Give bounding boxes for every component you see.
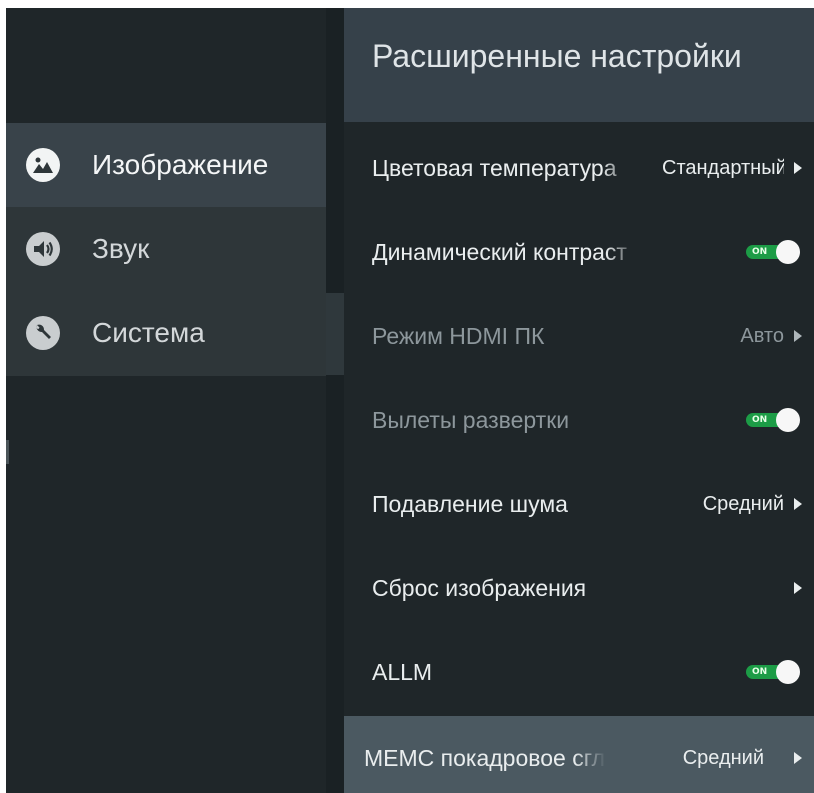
- setting-noise-reduction[interactable]: Подавление шума Средний: [344, 462, 814, 546]
- sidebar-item-label: Звук: [92, 233, 150, 264]
- setting-hdmi-pc-mode: Режим HDMI ПК Авто: [344, 294, 814, 378]
- sidebar-item-picture[interactable]: Изображение: [6, 123, 336, 207]
- setting-overscan: Вылеты развертки ON: [344, 378, 814, 462]
- setting-value: [724, 546, 784, 630]
- chevron-right-icon: [794, 752, 802, 764]
- setting-dynamic-contrast[interactable]: Динамический контраст ON: [344, 210, 814, 294]
- setting-label: Режим HDMI ПК: [372, 323, 545, 349]
- toggle-knob: [776, 240, 800, 264]
- setting-value: Стандартный: [662, 157, 784, 179]
- screen: Изображение Звук Система Расширенные нас…: [0, 0, 814, 793]
- toggle-state-label: ON: [752, 247, 768, 257]
- sidebar-empty-area: [6, 376, 336, 793]
- toggle-knob: [776, 408, 800, 432]
- page-title: Расширенные настройки: [372, 38, 742, 74]
- chevron-right-icon: [794, 498, 802, 510]
- setting-memc[interactable]: MEMC покадровое сглаживание Средний: [344, 716, 814, 793]
- scrollbar-thumb[interactable]: [326, 293, 344, 375]
- toggle-knob: [776, 660, 800, 684]
- toggle-state-label: ON: [752, 415, 768, 425]
- setting-value: Средний: [702, 493, 784, 515]
- toggle-switch: ON: [746, 408, 800, 432]
- chevron-right-icon: [794, 582, 802, 594]
- text-fade: [606, 210, 646, 294]
- toggle-state-label: ON: [752, 667, 768, 677]
- setting-label: Сброс изображения: [372, 575, 587, 601]
- setting-picture-reset[interactable]: Сброс изображения: [344, 546, 814, 630]
- wrench-icon: [26, 316, 60, 350]
- setting-label: Вылеты развертки: [372, 407, 570, 433]
- edge-indicator: [6, 440, 9, 464]
- panel-header: Расширенные настройки: [344, 8, 814, 122]
- toggle-switch[interactable]: ON: [746, 660, 800, 684]
- panel-divider: [326, 8, 344, 793]
- setting-color-temperature[interactable]: Цветовая температура Стандартный: [344, 126, 814, 210]
- setting-value: Средний: [682, 747, 764, 769]
- text-fade: [602, 126, 642, 210]
- chevron-right-icon: [794, 162, 802, 174]
- sidebar-item-system[interactable]: Система: [6, 291, 336, 375]
- setting-allm[interactable]: ALLM ON: [344, 630, 814, 714]
- tv-settings-window: Изображение Звук Система Расширенные нас…: [6, 8, 814, 793]
- sidebar-header-area: [6, 8, 336, 123]
- setting-label: MEMC покадровое сглаживание: [364, 745, 604, 771]
- setting-label: Подавление шума: [372, 491, 568, 517]
- picture-icon: [26, 148, 60, 182]
- settings-panel: Расширенные настройки Цветовая температу…: [344, 8, 814, 793]
- speaker-icon: [26, 232, 60, 266]
- setting-value: Авто: [740, 325, 784, 347]
- chevron-right-icon: [794, 330, 802, 342]
- toggle-switch[interactable]: ON: [746, 240, 800, 264]
- sidebar-item-label: Изображение: [92, 149, 269, 180]
- setting-label: ALLM: [372, 659, 433, 685]
- sidebar-item-label: Система: [92, 317, 205, 348]
- text-fade: [574, 716, 614, 793]
- sidebar: Изображение Звук Система: [6, 8, 336, 793]
- sidebar-item-sound[interactable]: Звук: [6, 207, 336, 291]
- setting-label: Динамический контраст: [372, 239, 627, 265]
